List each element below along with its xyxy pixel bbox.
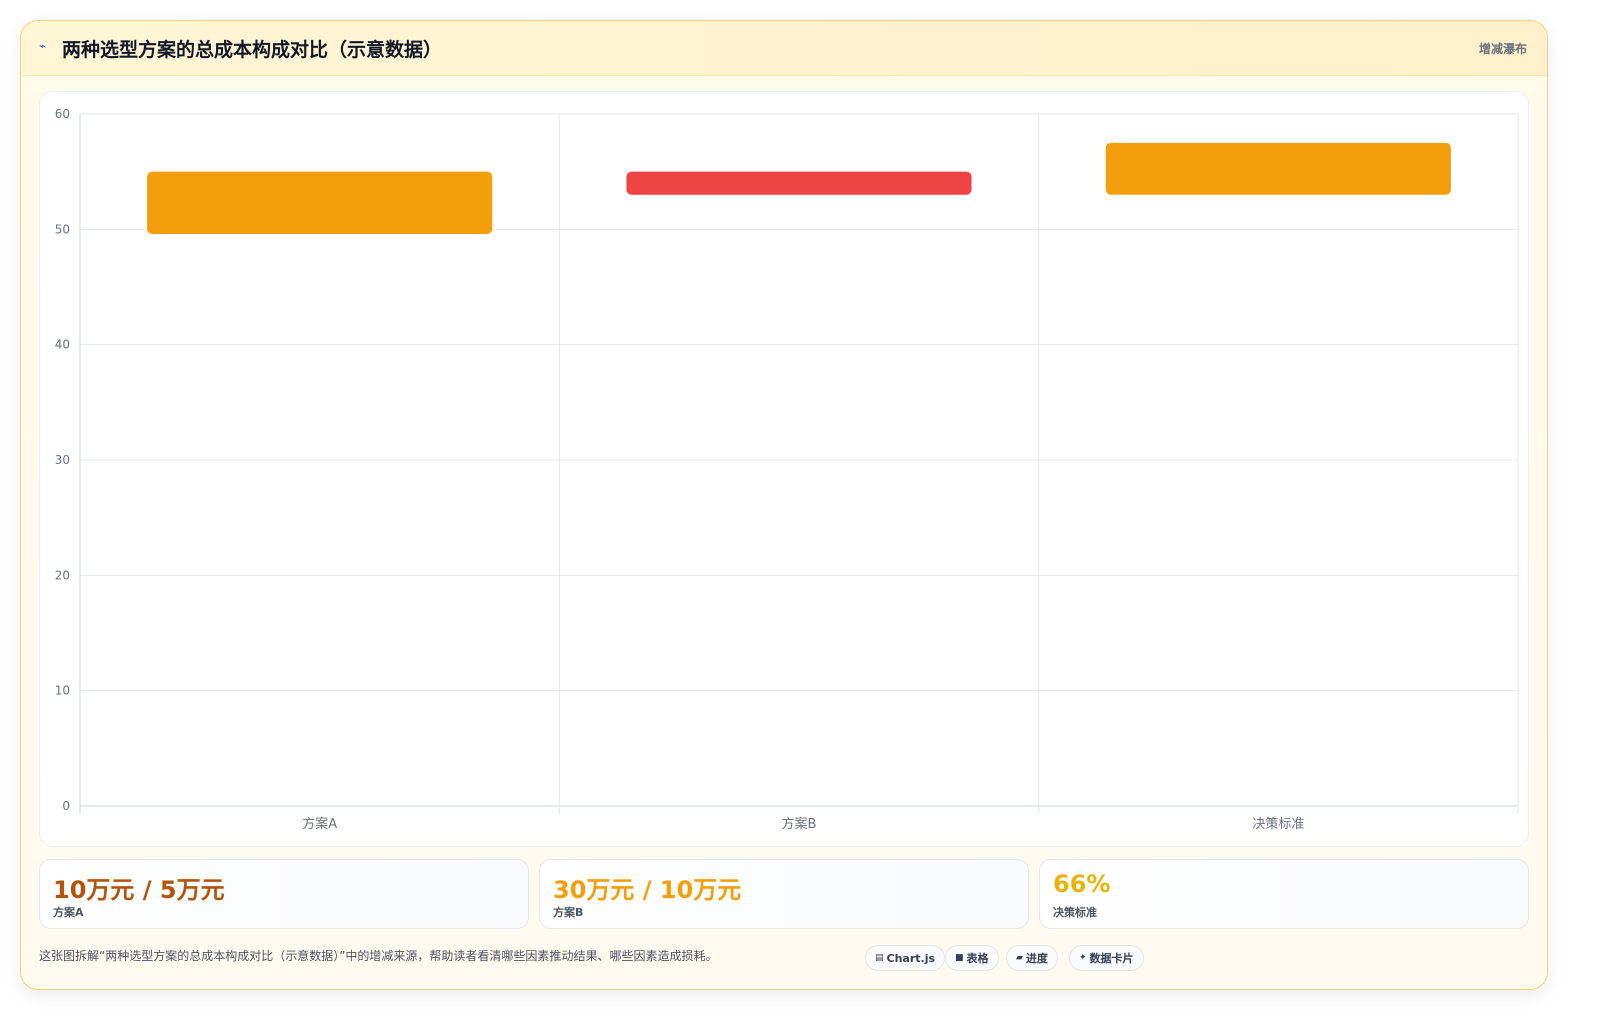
chip-label: 数据卡片 <box>1089 952 1134 965</box>
chip-label: Chart.js <box>886 951 936 965</box>
stat-card-criterion: 66% 决策标准 <box>1039 859 1529 929</box>
y-tick-label: 0 <box>62 799 70 813</box>
stat-label: 方案B <box>553 906 584 919</box>
table-icon: ■ <box>955 953 964 963</box>
chip-label: 进度 <box>1025 952 1048 965</box>
chart-icon: ▤ <box>875 953 884 963</box>
stat-label: 方案A <box>53 906 84 919</box>
chip-chartjs[interactable]: ▤ Chart.js <box>865 945 946 971</box>
y-tick-label: 60 <box>55 107 70 121</box>
progress-icon: ▰ <box>1016 953 1023 963</box>
chip-data-card[interactable]: ✦ 数据卡片 <box>1069 945 1144 971</box>
y-tick-label: 20 <box>55 568 70 582</box>
chart-title: 两种选型方案的总成本构成对比（示意数据） <box>62 39 443 61</box>
chip-progress[interactable]: ▰ 进度 <box>1006 945 1058 971</box>
y-tick-label: 40 <box>55 338 70 352</box>
sparkle-icon: ✦ <box>1079 953 1087 963</box>
bar-1 <box>626 171 972 195</box>
bar-0 <box>147 171 493 234</box>
x-tick-label: 方案A <box>302 816 337 832</box>
chart-type-badge: 增减瀑布 <box>1478 42 1527 56</box>
y-tick-label: 10 <box>55 684 70 698</box>
stat-label: 决策标准 <box>1053 906 1097 919</box>
trend-icon: ⌁ <box>39 39 47 53</box>
y-tick-label: 50 <box>55 222 70 236</box>
bar-2 <box>1105 142 1451 195</box>
waterfall-chart: 0 10 20 30 40 50 60 方案A 方案B 决策标准 <box>55 107 1519 832</box>
y-tick-label: 30 <box>55 453 70 467</box>
stat-card-plan-a: 10万元 / 5万元 方案A <box>39 859 529 929</box>
chart-panel: 0 10 20 30 40 50 60 方案A 方案B 决策标准 <box>39 91 1529 847</box>
x-tick-label: 方案B <box>782 816 817 832</box>
stat-value: 10万元 / 5万元 <box>53 876 225 904</box>
x-tick-label: 决策标准 <box>1252 816 1304 832</box>
card-header: ⌁ 两种选型方案的总成本构成对比（示意数据） 增减瀑布 <box>21 21 1547 76</box>
chart-card: ⌁ 两种选型方案的总成本构成对比（示意数据） 增减瀑布 0 10 20 30 40 50 6… <box>20 20 1548 990</box>
stat-card-plan-b: 30万元 / 10万元 方案B <box>539 859 1029 929</box>
stat-value: 30万元 / 10万元 <box>553 876 742 904</box>
stat-value: 66% <box>1053 870 1111 898</box>
chip-table[interactable]: ■ 表格 <box>945 945 999 971</box>
chart-description: 这张图拆解“两种选型方案的总成本构成对比（示意数据）”中的增减来源，帮助读者看清… <box>39 949 718 963</box>
chip-label: 表格 <box>966 952 989 965</box>
